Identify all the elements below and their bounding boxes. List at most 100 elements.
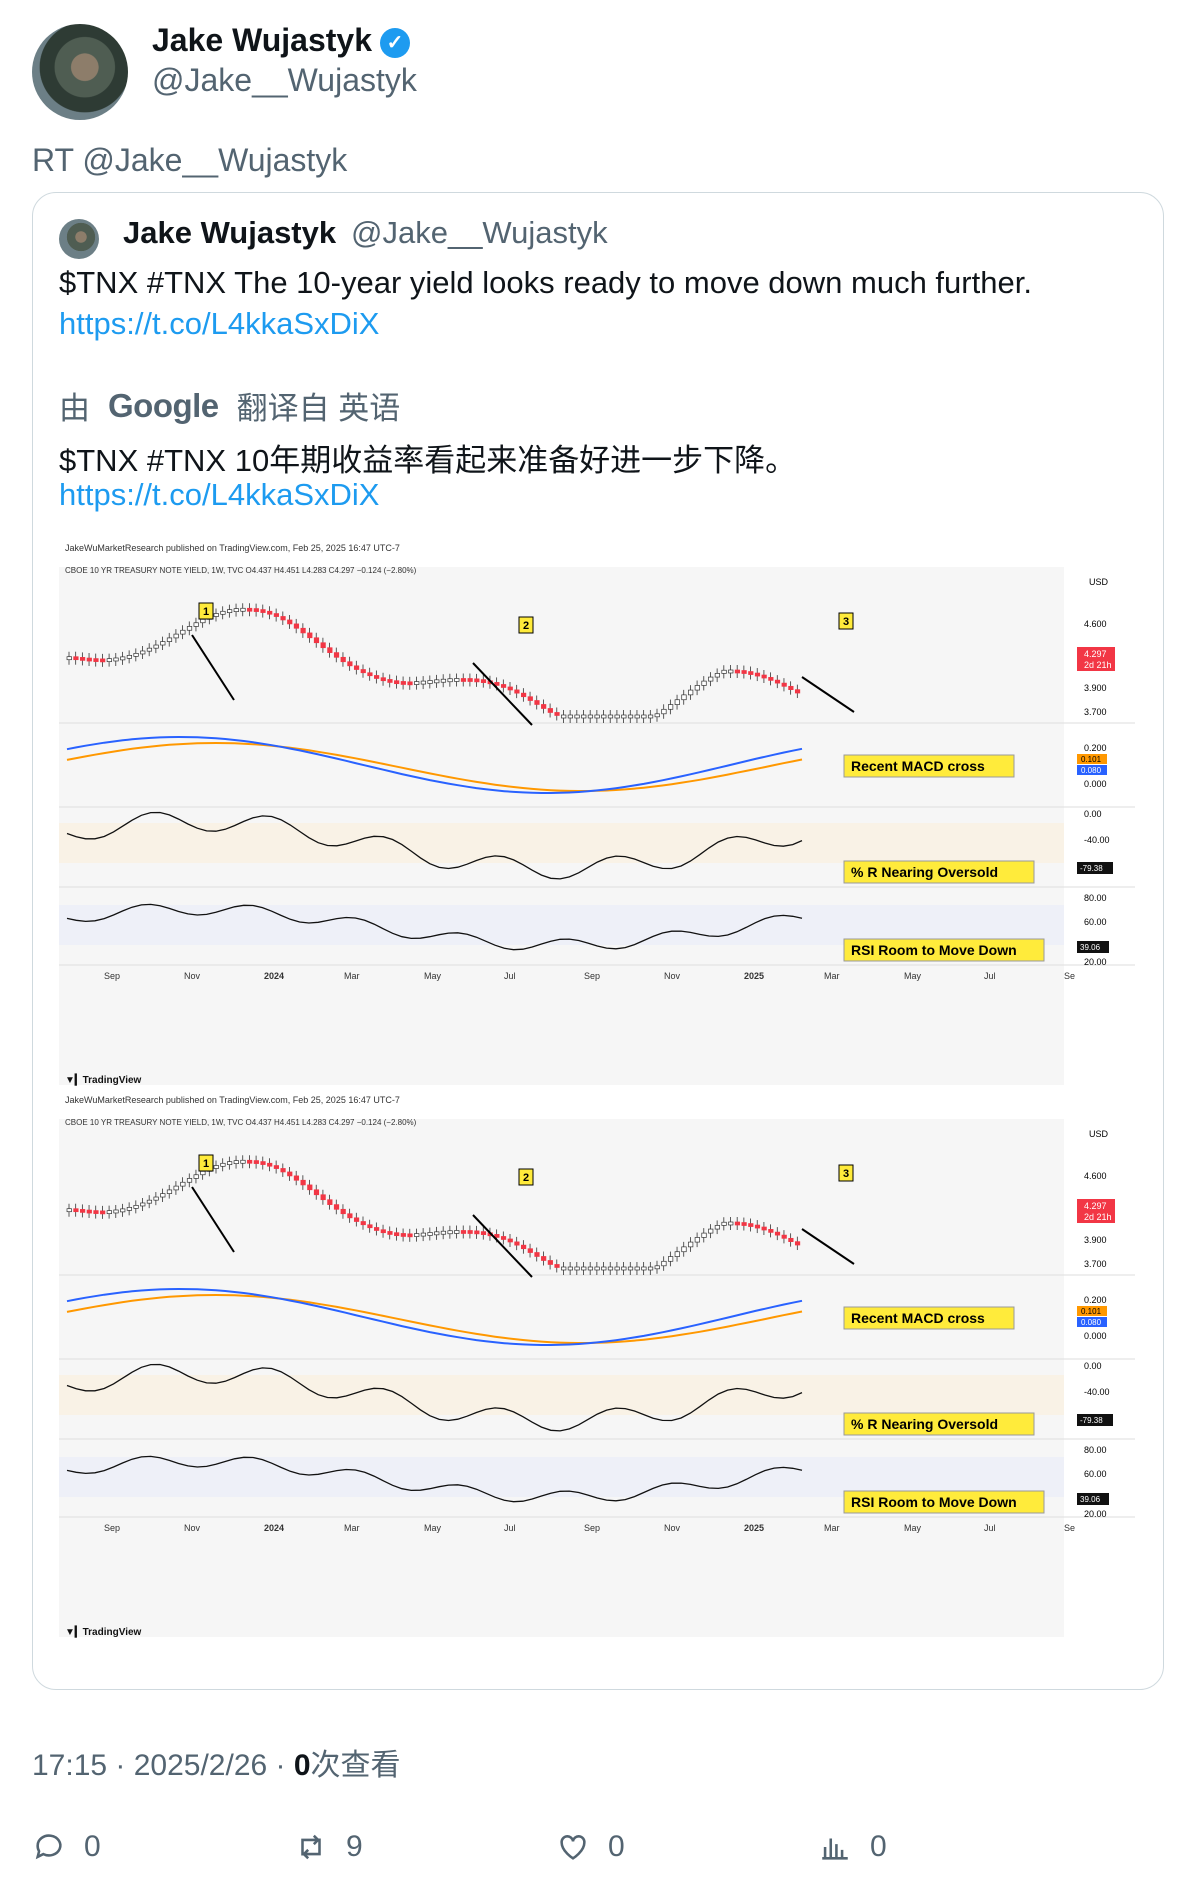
timestamp[interactable]: 17:15 · 2025/2/26 · xyxy=(32,1749,294,1782)
candle xyxy=(547,708,553,713)
candle xyxy=(480,1231,487,1235)
author-handle[interactable]: @Jake__Wujastyk xyxy=(152,62,417,99)
candle xyxy=(634,714,640,719)
candle xyxy=(647,714,654,719)
tradingview-logo-icon: ▼▎TradingView xyxy=(65,1075,142,1086)
rsi-tick: 80.00 xyxy=(1084,1445,1107,1455)
x-tick: Sep xyxy=(104,1523,120,1533)
candle xyxy=(748,1223,754,1227)
quoted-author-handle[interactable]: @Jake__Wujastyk xyxy=(351,215,608,251)
rsi-tick: 60.00 xyxy=(1084,1469,1107,1479)
candle xyxy=(500,1236,507,1240)
candle xyxy=(661,708,667,715)
macd-label: Recent MACD cross xyxy=(851,758,985,774)
candle xyxy=(327,647,333,653)
candle xyxy=(213,613,219,617)
candle xyxy=(728,1221,734,1226)
candle xyxy=(160,1193,166,1198)
candle xyxy=(434,1231,440,1236)
candle xyxy=(507,686,513,691)
quoted-tweet-text: $TNX #TNX The 10-year yield looks ready … xyxy=(59,265,1032,300)
x-tick: Nov xyxy=(184,1523,201,1533)
translated-link[interactable]: https://t.co/L4kkaSxDiX xyxy=(59,477,379,513)
candle xyxy=(407,1233,413,1238)
candle xyxy=(460,1230,467,1234)
candle xyxy=(93,658,99,662)
candle xyxy=(581,1266,587,1271)
candle xyxy=(514,689,520,694)
reply-button[interactable]: 0 xyxy=(32,1830,101,1864)
candle xyxy=(748,671,754,675)
candle xyxy=(367,1224,373,1229)
candle xyxy=(280,616,286,621)
quoted-tweet-link[interactable]: https://t.co/L4kkaSxDiX xyxy=(59,306,379,342)
candle xyxy=(601,714,607,719)
candle xyxy=(387,679,393,683)
wr-tick: 0.00 xyxy=(1084,809,1102,819)
candle xyxy=(153,1196,159,1201)
candle xyxy=(120,656,126,661)
candle xyxy=(200,1170,206,1176)
macd-tick: 0.000 xyxy=(1084,1331,1107,1341)
views-button[interactable]: 0 xyxy=(818,1830,887,1864)
macd-tick: 0.000 xyxy=(1084,779,1107,789)
candle xyxy=(467,1230,473,1234)
candle xyxy=(721,669,727,674)
candle xyxy=(227,609,233,614)
author-name[interactable]: Jake Wujastyk xyxy=(152,22,372,59)
candle xyxy=(280,1168,286,1173)
wr-value: -79.38 xyxy=(1080,864,1103,873)
candle xyxy=(66,656,72,661)
candle xyxy=(360,669,366,674)
candle xyxy=(313,637,320,644)
candle xyxy=(86,657,92,662)
tnx-chart-1: CBOE 10 YR TREASURY NOTE YIELD, 1W, TVC … xyxy=(59,566,1135,1085)
quoted-tweet-card[interactable]: Jake Wujastyk @Jake__Wujastyk $TNX #TNX … xyxy=(32,192,1164,1690)
candle xyxy=(647,1266,654,1271)
candle xyxy=(521,1244,527,1250)
candle xyxy=(607,714,614,719)
candle xyxy=(427,680,433,684)
tradingview-logo-icon: ▼▎TradingView xyxy=(65,1627,142,1638)
quoted-author-avatar[interactable] xyxy=(59,219,99,259)
candle xyxy=(467,678,473,682)
candle xyxy=(728,669,734,674)
like-button[interactable]: 0 xyxy=(556,1830,625,1864)
candle xyxy=(267,610,273,615)
candle xyxy=(547,1260,553,1265)
rsi-label: RSI Room to Move Down xyxy=(851,1494,1017,1510)
candle xyxy=(554,712,560,716)
x-tick: May xyxy=(904,971,922,981)
candle xyxy=(133,653,139,657)
candle xyxy=(674,1251,680,1257)
chart-image-2[interactable]: JakeWuMarketResearch published on Tradin… xyxy=(59,1095,1135,1643)
candle xyxy=(654,713,660,718)
macd-signal-value: 0.101 xyxy=(1081,755,1102,764)
marker-label: 2 xyxy=(523,1172,529,1184)
x-tick: 2024 xyxy=(264,971,284,981)
chart-image-1[interactable]: JakeWuMarketResearch published on Tradin… xyxy=(59,543,1135,1091)
candle xyxy=(714,673,720,678)
candle xyxy=(120,1208,126,1213)
candle xyxy=(688,689,694,696)
rsi-tick: 20.00 xyxy=(1084,957,1107,967)
heart-icon xyxy=(560,1835,586,1860)
wr-label: % R Nearing Oversold xyxy=(851,1416,998,1432)
retweet-button[interactable]: 9 xyxy=(294,1830,363,1864)
x-tick: Se xyxy=(1064,1523,1075,1533)
tweet-meta: 17:15 · 2025/2/26 · 0次查看 xyxy=(32,1740,401,1784)
candle xyxy=(587,1266,594,1271)
verified-badge-icon: ✓ xyxy=(380,28,410,58)
candle xyxy=(333,652,340,658)
author-avatar[interactable] xyxy=(32,24,128,120)
quoted-author-name[interactable]: Jake Wujastyk xyxy=(123,215,336,251)
candle xyxy=(541,704,547,709)
last-price: 4.297 xyxy=(1084,649,1107,659)
candle xyxy=(741,670,747,674)
price-tick: 3.900 xyxy=(1084,683,1107,693)
candle xyxy=(313,1189,320,1196)
x-tick: 2024 xyxy=(264,1523,284,1533)
candle xyxy=(240,1159,246,1164)
candle xyxy=(427,1232,433,1236)
candle xyxy=(527,696,533,701)
